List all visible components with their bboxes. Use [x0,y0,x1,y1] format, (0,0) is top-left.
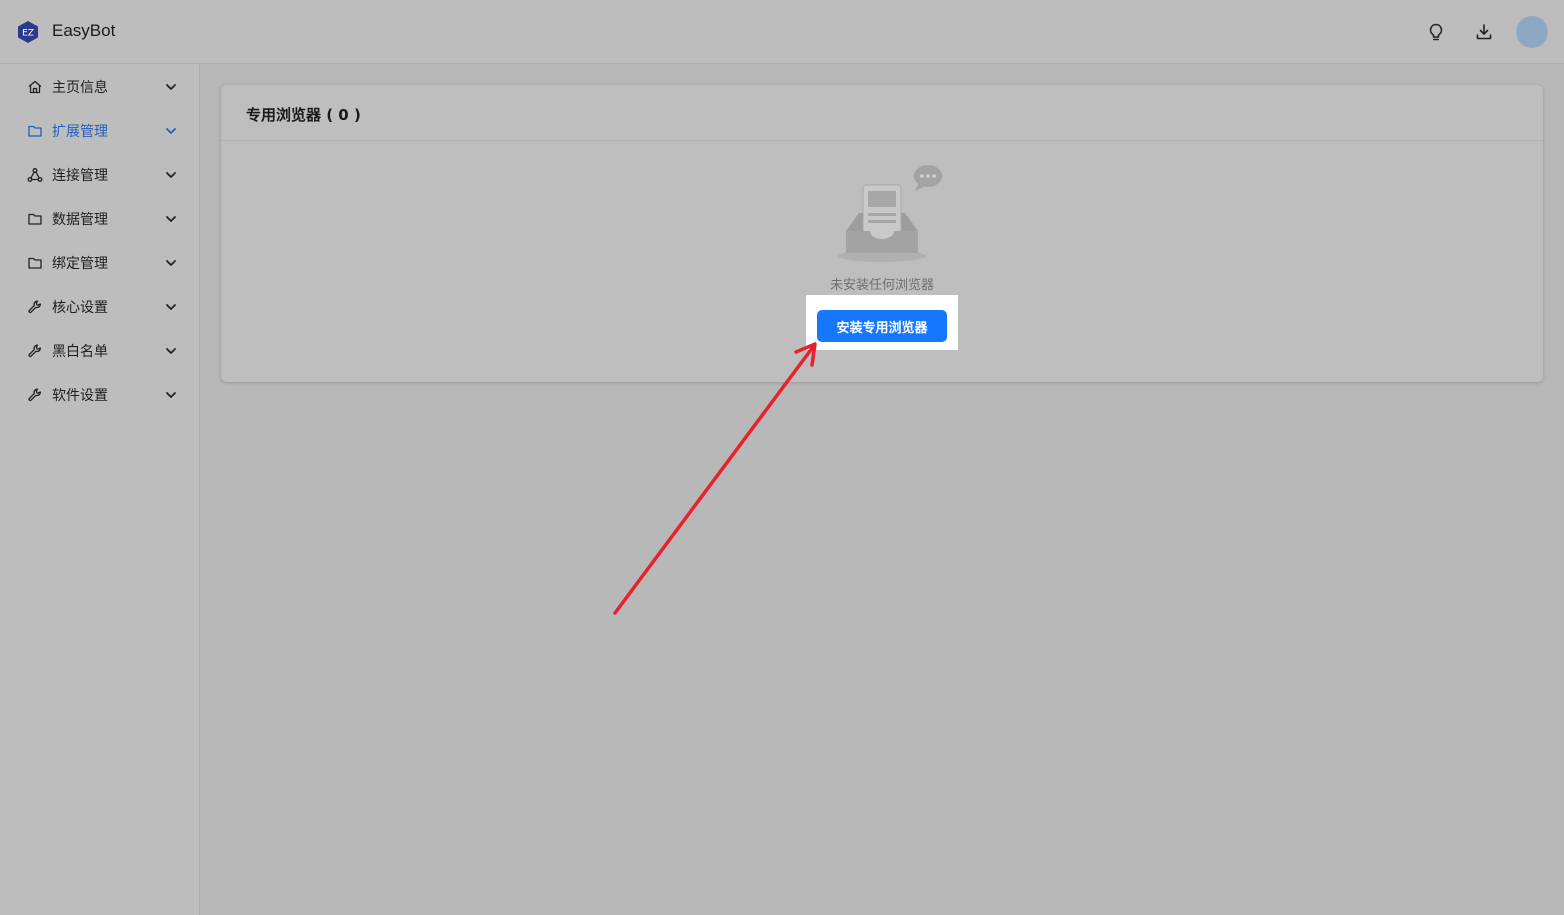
sidebar-item-label: 主页信息 [52,80,108,96]
chevron-down-icon [166,348,176,354]
chevron-down-icon [166,128,176,134]
chevron-down-icon [166,304,176,310]
top-bar: EZ EasyBot [0,0,1564,64]
card-title: 专用浏览器 ( 0 ) [246,106,361,124]
wrench-icon [28,300,41,314]
sidebar-item-label: 连接管理 [52,168,108,184]
chevron-down-icon [166,84,176,90]
home-icon [28,80,42,94]
lightbulb-icon[interactable] [1424,20,1448,44]
install-browser-button[interactable]: 安装专用浏览器 [817,310,947,342]
sidebar-item-label: 软件设置 [52,388,108,404]
app-title: EasyBot [52,21,116,40]
sidebar-item-binding[interactable]: 绑定管理 [0,240,199,284]
sidebar-item-home[interactable]: 主页信息 [0,64,199,108]
sidebar-item-connections[interactable]: 连接管理 [0,152,199,196]
sidebar-item-blacklist[interactable]: 黑白名单 [0,328,199,372]
download-icon[interactable] [1472,20,1496,44]
card-header: 专用浏览器 ( 0 ) [221,85,1543,141]
sidebar-item-label: 核心设置 [52,300,108,316]
sidebar-item-software-settings[interactable]: 软件设置 [0,372,199,416]
sidebar-item-label: 黑白名单 [52,344,108,360]
user-avatar[interactable] [1516,16,1548,48]
sidebar-item-label: 绑定管理 [52,256,108,272]
sidebar: 主页信息 扩展管理 连接管理 数据管理 绑定管理 核心设置 黑白名单 软件设置 [0,64,200,915]
sidebar-item-extensions[interactable]: 扩展管理 [0,108,199,152]
sidebar-item-data[interactable]: 数据管理 [0,196,199,240]
chevron-down-icon [166,260,176,266]
empty-inbox-icon [838,165,942,262]
chevron-down-icon [166,392,176,398]
folder-icon [28,257,42,269]
wrench-icon [28,388,41,402]
folder-icon [28,213,42,225]
chevron-down-icon [166,216,176,222]
sidebar-item-core-settings[interactable]: 核心设置 [0,284,199,328]
network-icon [27,168,43,182]
sidebar-item-label: 扩展管理 [52,124,108,140]
chevron-down-icon [166,172,176,178]
sidebar-item-label: 数据管理 [52,212,108,228]
folder-icon [28,125,42,137]
easybot-logo-icon: EZ [18,21,38,43]
svg-text:EZ: EZ [22,29,34,39]
empty-state-text: 未安装任何浏览器 [829,278,934,293]
wrench-icon [28,344,41,358]
